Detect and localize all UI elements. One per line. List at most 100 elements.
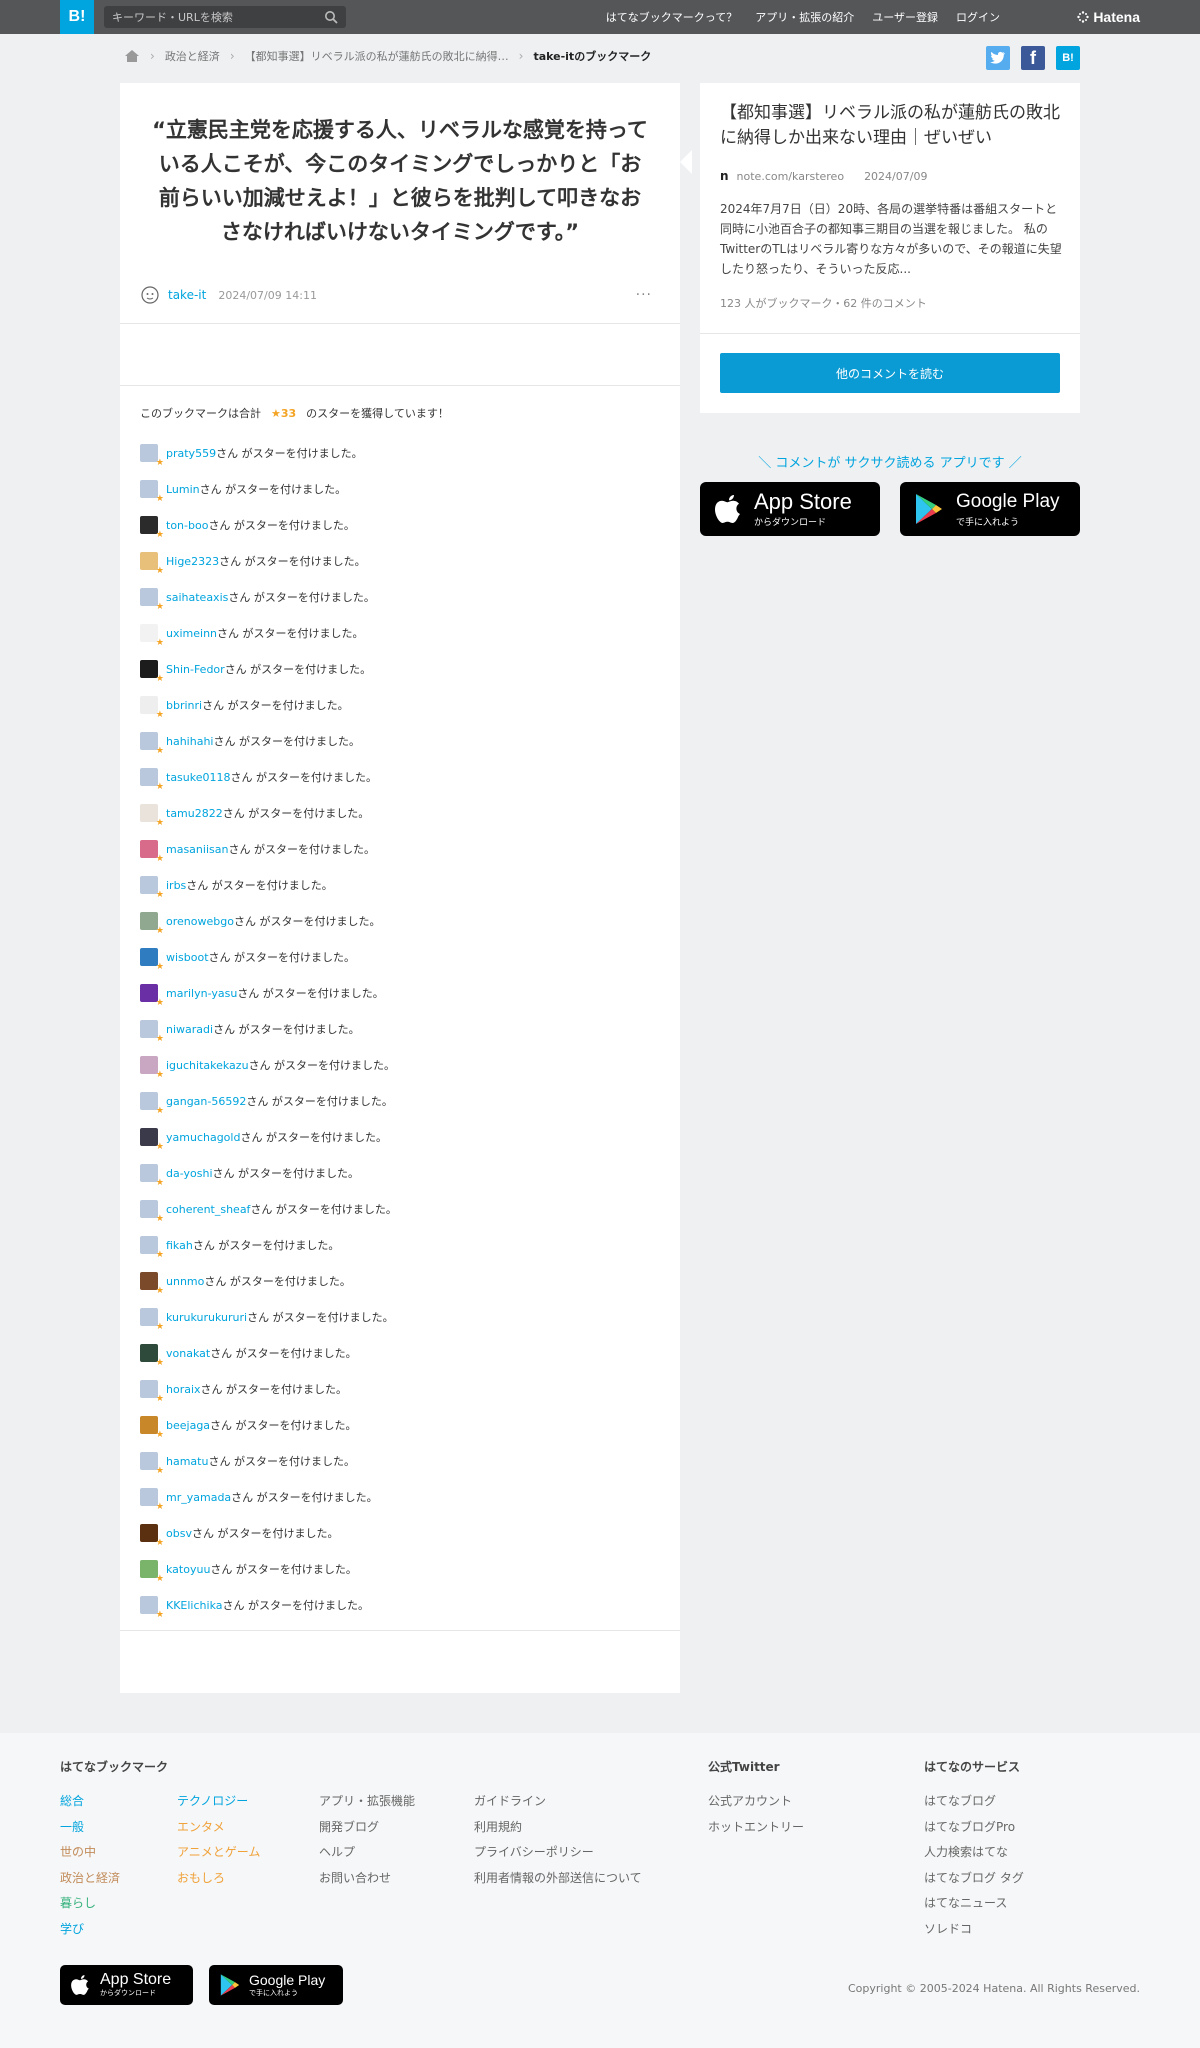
star-user-name[interactable]: marilyn-yasu: [166, 987, 237, 1000]
facebook-share-button[interactable]: f: [1021, 46, 1045, 70]
footer-link[interactable]: 一般: [60, 1815, 168, 1841]
footer-link[interactable]: 政治と経済: [60, 1866, 168, 1892]
user-avatar[interactable]: [140, 624, 164, 648]
star-user-name[interactable]: vonakat: [166, 1347, 210, 1360]
author-name[interactable]: take-it: [168, 288, 206, 302]
user-avatar[interactable]: [140, 1452, 164, 1476]
star-user-name[interactable]: unnmo: [166, 1275, 204, 1288]
user-avatar[interactable]: [140, 1020, 164, 1044]
footer-link[interactable]: 暮らし: [60, 1891, 168, 1917]
footer-link[interactable]: お問い合わせ: [319, 1866, 415, 1892]
star-user-name[interactable]: da-yoshi: [166, 1167, 213, 1180]
user-avatar[interactable]: [140, 480, 164, 504]
nav-register[interactable]: ユーザー登録: [872, 9, 938, 25]
nav-apps[interactable]: アプリ・拡張の紹介: [755, 9, 854, 25]
star-user-name[interactable]: horaix: [166, 1383, 201, 1396]
star-user-name[interactable]: obsv: [166, 1527, 192, 1540]
home-icon[interactable]: [124, 49, 140, 63]
entry-title[interactable]: 【都知事選】リベラル派の私が蓮舫氏の敗北に納得しか出来ない理由｜ぜいぜい: [720, 101, 1064, 151]
user-avatar[interactable]: [140, 696, 164, 720]
star-user-name[interactable]: tamu2822: [166, 807, 223, 820]
user-avatar[interactable]: [140, 804, 164, 828]
user-avatar[interactable]: [140, 1524, 164, 1548]
user-avatar[interactable]: [140, 1164, 164, 1188]
footer-link[interactable]: ホットエントリー: [708, 1815, 804, 1841]
user-avatar[interactable]: [140, 1200, 164, 1224]
star-user-name[interactable]: gangan-56592: [166, 1095, 246, 1108]
star-user-name[interactable]: bbrinri: [166, 699, 202, 712]
star-user-name[interactable]: uximeinn: [166, 627, 217, 640]
user-avatar[interactable]: [140, 660, 164, 684]
user-avatar[interactable]: [140, 444, 164, 468]
read-other-comments-button[interactable]: 他のコメントを読む: [720, 353, 1060, 393]
star-user-name[interactable]: beejaga: [166, 1419, 210, 1432]
hatena-brand-link[interactable]: Hatena: [1077, 0, 1140, 34]
footer-link[interactable]: アニメとゲーム: [177, 1840, 260, 1866]
user-avatar[interactable]: [140, 588, 164, 612]
search-input[interactable]: [112, 8, 312, 26]
hatena-share-button[interactable]: B!: [1056, 46, 1080, 70]
breadcrumb-category[interactable]: 政治と経済: [165, 48, 220, 64]
footer-link[interactable]: 利用規約: [474, 1815, 642, 1841]
star-user-name[interactable]: masaniisan: [166, 843, 228, 856]
nav-about[interactable]: はてなブックマークって？: [606, 9, 737, 25]
star-user-name[interactable]: mr_yamada: [166, 1491, 231, 1504]
user-avatar[interactable]: [140, 948, 164, 972]
footer-link[interactable]: ソレドコ: [924, 1917, 1024, 1943]
star-user-name[interactable]: praty559: [166, 447, 216, 460]
user-avatar[interactable]: [140, 1236, 164, 1260]
user-avatar[interactable]: [140, 1344, 164, 1368]
footer-link[interactable]: はてなブログ: [924, 1789, 1024, 1815]
footer-link[interactable]: エンタメ: [177, 1815, 260, 1841]
user-avatar[interactable]: [140, 1560, 164, 1584]
user-avatar[interactable]: [140, 1056, 164, 1080]
footer-link[interactable]: 公式アカウント: [708, 1789, 804, 1815]
star-count[interactable]: ★33: [271, 407, 296, 420]
footer-google-play-button[interactable]: Google Play で手に入れよう: [209, 1965, 343, 2005]
user-avatar[interactable]: [140, 732, 164, 756]
footer-link[interactable]: ヘルプ: [319, 1840, 415, 1866]
user-avatar[interactable]: [140, 1128, 164, 1152]
footer-link[interactable]: 人力検索はてな: [924, 1840, 1024, 1866]
footer-link[interactable]: プライバシーポリシー: [474, 1840, 642, 1866]
footer-link[interactable]: はてなブログ タグ: [924, 1866, 1024, 1892]
star-user-name[interactable]: iguchitakekazu: [166, 1059, 249, 1072]
footer-link[interactable]: アプリ・拡張機能: [319, 1789, 415, 1815]
user-avatar[interactable]: [140, 1272, 164, 1296]
star-user-name[interactable]: yamuchagold: [166, 1131, 240, 1144]
user-avatar[interactable]: [140, 552, 164, 576]
footer-link[interactable]: 世の中: [60, 1840, 168, 1866]
footer-link[interactable]: テクノロジー: [177, 1789, 260, 1815]
star-user-name[interactable]: KKElichika: [166, 1599, 222, 1612]
star-user-name[interactable]: fikah: [166, 1239, 193, 1252]
star-user-name[interactable]: saihateaxis: [166, 591, 228, 604]
footer-link[interactable]: おもしろ: [177, 1866, 260, 1892]
footer-link[interactable]: 開発ブログ: [319, 1815, 415, 1841]
footer-link[interactable]: はてなブログPro: [924, 1815, 1024, 1841]
user-avatar[interactable]: [140, 1596, 164, 1620]
footer-link[interactable]: 学び: [60, 1917, 168, 1943]
star-user-name[interactable]: hahihahi: [166, 735, 213, 748]
user-avatar-icon[interactable]: [140, 285, 160, 305]
footer-link[interactable]: はてなニュース: [924, 1891, 1024, 1917]
star-user-name[interactable]: coherent_sheaf: [166, 1203, 250, 1216]
star-user-name[interactable]: kurukurukururi: [166, 1311, 247, 1324]
user-avatar[interactable]: [140, 984, 164, 1008]
hatena-bookmark-logo[interactable]: B!: [60, 0, 94, 34]
star-user-name[interactable]: hamatu: [166, 1455, 208, 1468]
user-avatar[interactable]: [140, 912, 164, 936]
app-store-button[interactable]: App Store からダウンロード: [700, 482, 880, 536]
entry-site[interactable]: note.com/karstereo: [737, 170, 845, 183]
footer-link[interactable]: 総合: [60, 1789, 168, 1815]
breadcrumb-entry[interactable]: 【都知事選】リベラル派の私が蓮舫氏の敗北に納得…: [245, 48, 509, 64]
footer-app-store-button[interactable]: App Store からダウンロード: [60, 1965, 193, 2005]
google-play-button[interactable]: Google Play で手に入れよう: [900, 482, 1080, 536]
star-user-name[interactable]: ton-boo: [166, 519, 208, 532]
nav-login[interactable]: ログイン: [956, 9, 1000, 25]
star-user-name[interactable]: Lumin: [166, 483, 200, 496]
star-user-name[interactable]: wisboot: [166, 951, 209, 964]
star-user-name[interactable]: orenowebgo: [166, 915, 234, 928]
user-avatar[interactable]: [140, 1488, 164, 1512]
user-avatar[interactable]: [140, 876, 164, 900]
entry-stats[interactable]: 123 人がブックマーク・62 件のコメント: [720, 295, 927, 311]
